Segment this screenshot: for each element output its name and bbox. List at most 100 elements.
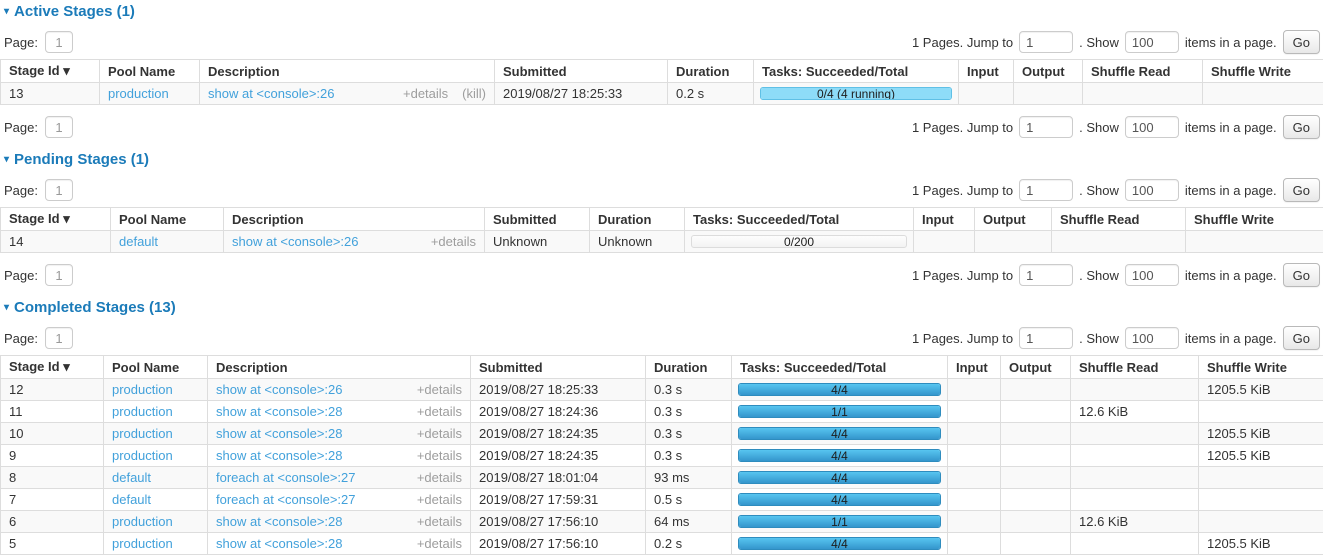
completed-stages-title[interactable]: ▾ Completed Stages (13) [4, 299, 1323, 316]
column-header-submitted[interactable]: Submitted [485, 208, 590, 231]
active-stages-table: Stage Id ▾Pool NameDescriptionSubmittedD… [0, 59, 1323, 105]
jump-to-input[interactable] [1019, 179, 1073, 201]
description-link[interactable]: show at <console>:28 [216, 514, 342, 529]
show-items-input[interactable] [1125, 327, 1179, 349]
column-header-description[interactable]: Description [224, 208, 485, 231]
jump-controls: 1 Pages. Jump to . Show items in a page.… [912, 178, 1320, 202]
go-button[interactable]: Go [1283, 326, 1320, 350]
page-label: Page: [4, 183, 38, 198]
details-link[interactable]: +details [417, 382, 462, 397]
jump-controls: 1 Pages. Jump to . Show items in a page.… [912, 263, 1320, 287]
pending-stages-title[interactable]: ▾ Pending Stages (1) [4, 151, 1323, 168]
jump-controls: 1 Pages. Jump to . Show items in a page.… [912, 115, 1320, 139]
show-items-input[interactable] [1125, 179, 1179, 201]
description-link[interactable]: show at <console>:28 [216, 448, 342, 463]
column-header-stage-id[interactable]: Stage Id ▾ [1, 356, 104, 379]
pool-name-link[interactable]: production [112, 536, 173, 551]
column-label: Shuffle Write [1207, 360, 1287, 375]
jump-to-input[interactable] [1019, 327, 1073, 349]
column-header-description[interactable]: Description [200, 60, 495, 83]
column-header-tasks-succeeded-total[interactable]: Tasks: Succeeded/Total [685, 208, 914, 231]
go-button[interactable]: Go [1283, 178, 1320, 202]
page-input[interactable] [45, 116, 73, 138]
completed-stages-section: ▾ Completed Stages (13) Page: 1 Pages. J… [0, 299, 1323, 555]
description-link[interactable]: show at <console>:26 [216, 382, 342, 397]
task-progress-bar: 4/4 [738, 427, 941, 440]
pool-name-link[interactable]: production [112, 514, 173, 529]
column-header-input[interactable]: Input [948, 356, 1001, 379]
description-link[interactable]: show at <console>:26 [208, 86, 334, 101]
page-input[interactable] [45, 179, 73, 201]
go-button[interactable]: Go [1283, 263, 1320, 287]
go-button[interactable]: Go [1283, 115, 1320, 139]
pool-name-link[interactable]: production [108, 86, 169, 101]
task-progress-bar: 1/1 [738, 405, 941, 418]
column-header-shuffle-read[interactable]: Shuffle Read [1052, 208, 1186, 231]
column-header-stage-id[interactable]: Stage Id ▾ [1, 60, 100, 83]
jump-to-input[interactable] [1019, 31, 1073, 53]
column-header-pool-name[interactable]: Pool Name [104, 356, 208, 379]
pool-name-link[interactable]: default [112, 492, 151, 507]
column-header-pool-name[interactable]: Pool Name [111, 208, 224, 231]
column-header-output[interactable]: Output [975, 208, 1052, 231]
column-header-submitted[interactable]: Submitted [495, 60, 668, 83]
column-header-shuffle-write[interactable]: Shuffle Write [1203, 60, 1323, 83]
stage-id-cell: 5 [1, 533, 104, 555]
pool-name-link[interactable]: production [112, 382, 173, 397]
show-items-input[interactable] [1125, 116, 1179, 138]
details-link[interactable]: +details [417, 448, 462, 463]
pool-name-link[interactable]: default [119, 234, 158, 249]
show-items-input[interactable] [1125, 31, 1179, 53]
column-header-duration[interactable]: Duration [668, 60, 754, 83]
kill-link[interactable]: (kill) [462, 86, 486, 101]
column-header-pool-name[interactable]: Pool Name [100, 60, 200, 83]
column-header-duration[interactable]: Duration [646, 356, 732, 379]
details-link[interactable]: +details [417, 492, 462, 507]
details-link[interactable]: +details [403, 86, 448, 101]
column-header-input[interactable]: Input [959, 60, 1014, 83]
details-link[interactable]: +details [417, 536, 462, 551]
column-header-submitted[interactable]: Submitted [471, 356, 646, 379]
column-header-shuffle-read[interactable]: Shuffle Read [1071, 356, 1199, 379]
collapse-arrow-icon: ▾ [4, 155, 9, 165]
page-input[interactable] [45, 327, 73, 349]
description-link[interactable]: foreach at <console>:27 [216, 470, 356, 485]
pool-name-link[interactable]: production [112, 448, 173, 463]
description-link[interactable]: show at <console>:28 [216, 426, 342, 441]
show-items-input[interactable] [1125, 264, 1179, 286]
column-header-shuffle-write[interactable]: Shuffle Write [1199, 356, 1323, 379]
column-header-tasks-succeeded-total[interactable]: Tasks: Succeeded/Total [732, 356, 948, 379]
column-header-description[interactable]: Description [208, 356, 471, 379]
details-link[interactable]: +details [417, 404, 462, 419]
details-link[interactable]: +details [431, 234, 476, 249]
page-input[interactable] [45, 31, 73, 53]
details-link[interactable]: +details [417, 470, 462, 485]
stage-id-cell: 10 [1, 423, 104, 445]
column-header-stage-id[interactable]: Stage Id ▾ [1, 208, 111, 231]
column-header-output[interactable]: Output [1014, 60, 1083, 83]
column-header-shuffle-read[interactable]: Shuffle Read [1083, 60, 1203, 83]
go-button[interactable]: Go [1283, 30, 1320, 54]
details-link[interactable]: +details [417, 514, 462, 529]
details-link[interactable]: +details [417, 426, 462, 441]
page-label: Page: [4, 268, 38, 283]
column-header-input[interactable]: Input [914, 208, 975, 231]
sort-desc-icon: ▾ [60, 211, 70, 226]
column-header-duration[interactable]: Duration [590, 208, 685, 231]
column-header-output[interactable]: Output [1001, 356, 1071, 379]
pool-name-link[interactable]: production [112, 426, 173, 441]
description-link[interactable]: show at <console>:28 [216, 404, 342, 419]
column-header-shuffle-write[interactable]: Shuffle Write [1186, 208, 1323, 231]
column-label: Output [1009, 360, 1052, 375]
description-link[interactable]: show at <console>:26 [232, 234, 358, 249]
active-stages-title[interactable]: ▾ Active Stages (1) [4, 3, 1323, 20]
duration-cell: 0.2 s [646, 533, 732, 555]
pool-name-link[interactable]: default [112, 470, 151, 485]
jump-to-input[interactable] [1019, 116, 1073, 138]
description-link[interactable]: foreach at <console>:27 [216, 492, 356, 507]
description-link[interactable]: show at <console>:28 [216, 536, 342, 551]
column-header-tasks-succeeded-total[interactable]: Tasks: Succeeded/Total [754, 60, 959, 83]
pool-name-link[interactable]: production [112, 404, 173, 419]
page-input[interactable] [45, 264, 73, 286]
jump-to-input[interactable] [1019, 264, 1073, 286]
